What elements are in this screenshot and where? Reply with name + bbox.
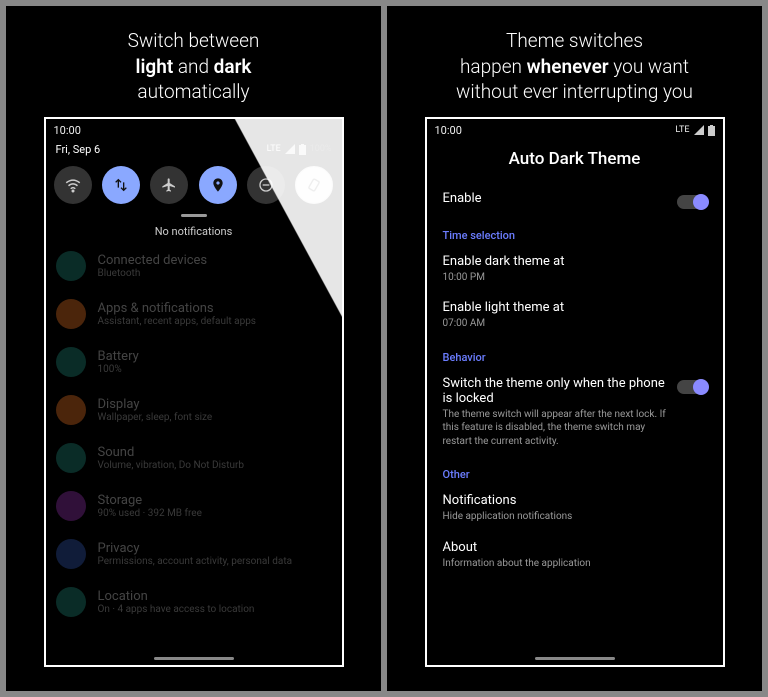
status-time: 10:00 — [54, 124, 81, 137]
pref-sub: Information about the application — [443, 557, 697, 571]
settings-row-title: Privacy — [98, 541, 293, 556]
nav-handle[interactable] — [535, 657, 615, 660]
pref-title: Notifications — [443, 493, 697, 508]
qs-location[interactable] — [199, 166, 237, 204]
toggle-lock[interactable] — [677, 380, 707, 394]
promo-heading: Switch between light and dark automatica… — [128, 28, 260, 105]
pref-about[interactable]: About Information about the application — [427, 532, 723, 579]
settings-row-icon — [56, 587, 86, 617]
pref-sub: 10:00 PM — [443, 271, 697, 285]
signal-icon — [285, 144, 295, 154]
app-title: Auto Dark Theme — [427, 139, 723, 183]
settings-row-title: Battery — [98, 349, 139, 364]
qs-rotate[interactable] — [295, 166, 333, 204]
settings-row-icon — [56, 395, 86, 425]
settings-row-sub: Permissions, account activity, personal … — [98, 556, 293, 567]
qs-dnd[interactable] — [247, 166, 285, 204]
settings-row-sub: Assistant, recent apps, default apps — [98, 316, 256, 327]
airplane-icon — [161, 177, 177, 193]
status-time: 10:00 — [435, 124, 462, 137]
settings-row[interactable]: PrivacyPermissions, account activity, pe… — [46, 530, 342, 578]
settings-row-sub: On · 4 apps have access to location — [98, 604, 255, 615]
qs-wifi[interactable] — [54, 166, 92, 204]
settings-row-icon — [56, 539, 86, 569]
battery-icon — [708, 125, 715, 136]
battery-percent: 100% — [310, 144, 332, 154]
pref-sub: The theme switch will appear after the n… — [443, 408, 667, 449]
settings-row[interactable]: DisplayWallpaper, sleep, font size — [46, 386, 342, 434]
settings-row-icon — [56, 491, 86, 521]
signal-icon — [694, 125, 704, 135]
promo-panel-right: Theme switches happen whenever you want … — [387, 6, 762, 691]
nav-handle[interactable] — [154, 657, 234, 660]
settings-row-sub: 100% — [98, 364, 139, 375]
section-behavior: Behavior — [427, 339, 723, 368]
settings-row-sub: Volume, vibration, Do Not Disturb — [98, 460, 245, 471]
qs-date: Fri, Sep 6 — [56, 143, 101, 156]
pref-enable[interactable]: Enable — [427, 183, 723, 217]
pref-title: Enable — [443, 191, 667, 206]
qs-handle[interactable] — [181, 214, 207, 217]
settings-row-icon — [56, 299, 86, 329]
pref-sub: 07:00 AM — [443, 317, 697, 331]
qs-data[interactable] — [102, 166, 140, 204]
promo-panel-left: Switch between light and dark automatica… — [6, 6, 381, 691]
dnd-icon — [258, 177, 274, 193]
pref-title: Enable light theme at — [443, 300, 697, 315]
settings-row-title: Apps & notifications — [98, 301, 256, 316]
promo-heading: Theme switches happen whenever you want … — [456, 28, 693, 105]
data-arrows-icon — [113, 177, 129, 193]
settings-list: Connected devicesBluetoothApps & notific… — [46, 242, 342, 626]
settings-row[interactable]: Apps & notificationsAssistant, recent ap… — [46, 290, 342, 338]
section-other: Other — [427, 456, 723, 485]
wifi-icon — [64, 176, 82, 194]
pref-sub: Hide application notifications — [443, 510, 697, 524]
status-bar: 10:00 — [46, 119, 342, 139]
qs-airplane[interactable] — [150, 166, 188, 204]
toggle-enable[interactable] — [677, 195, 707, 209]
settings-row-icon — [56, 347, 86, 377]
battery-icon — [299, 144, 306, 155]
pref-title: About — [443, 540, 697, 555]
settings-row-title: Storage — [98, 493, 202, 508]
phone-mockup-left: 10:00 Fri, Sep 6 LTE 100% No notificatio… — [44, 117, 344, 667]
section-time: Time selection — [427, 217, 723, 246]
pref-dark-at[interactable]: Enable dark theme at 10:00 PM — [427, 246, 723, 293]
settings-row-icon — [56, 251, 86, 281]
qs-row — [46, 162, 342, 208]
settings-row-sub: 90% used · 392 MB free — [98, 508, 202, 519]
status-bar: 10:00 LTE — [427, 119, 723, 139]
phone-mockup-right: 10:00 LTE Auto Dark Theme Enable Time se… — [425, 117, 725, 667]
settings-row[interactable]: Connected devicesBluetooth — [46, 242, 342, 290]
rotate-icon — [306, 177, 322, 193]
signal-label: LTE — [675, 125, 689, 135]
pref-notifications[interactable]: Notifications Hide application notificat… — [427, 485, 723, 532]
qs-header: Fri, Sep 6 LTE 100% — [46, 139, 342, 162]
settings-row-sub: Wallpaper, sleep, font size — [98, 412, 213, 423]
settings-row[interactable]: Battery100% — [46, 338, 342, 386]
pref-title: Switch the theme only when the phone is … — [443, 376, 667, 406]
settings-row[interactable]: Storage90% used · 392 MB free — [46, 482, 342, 530]
pref-title: Enable dark theme at — [443, 254, 697, 269]
settings-row-title: Connected devices — [98, 253, 208, 268]
location-icon — [210, 177, 226, 193]
no-notifications: No notifications — [46, 219, 342, 242]
settings-row-title: Location — [98, 589, 255, 604]
settings-row-icon — [56, 443, 86, 473]
settings-row[interactable]: SoundVolume, vibration, Do Not Disturb — [46, 434, 342, 482]
settings-row-title: Display — [98, 397, 213, 412]
settings-row-sub: Bluetooth — [98, 268, 208, 279]
signal-label: LTE — [267, 144, 281, 154]
pref-lock-switch[interactable]: Switch the theme only when the phone is … — [427, 368, 723, 457]
settings-row[interactable]: LocationOn · 4 apps have access to locat… — [46, 578, 342, 626]
settings-row-title: Sound — [98, 445, 245, 460]
pref-light-at[interactable]: Enable light theme at 07:00 AM — [427, 292, 723, 339]
